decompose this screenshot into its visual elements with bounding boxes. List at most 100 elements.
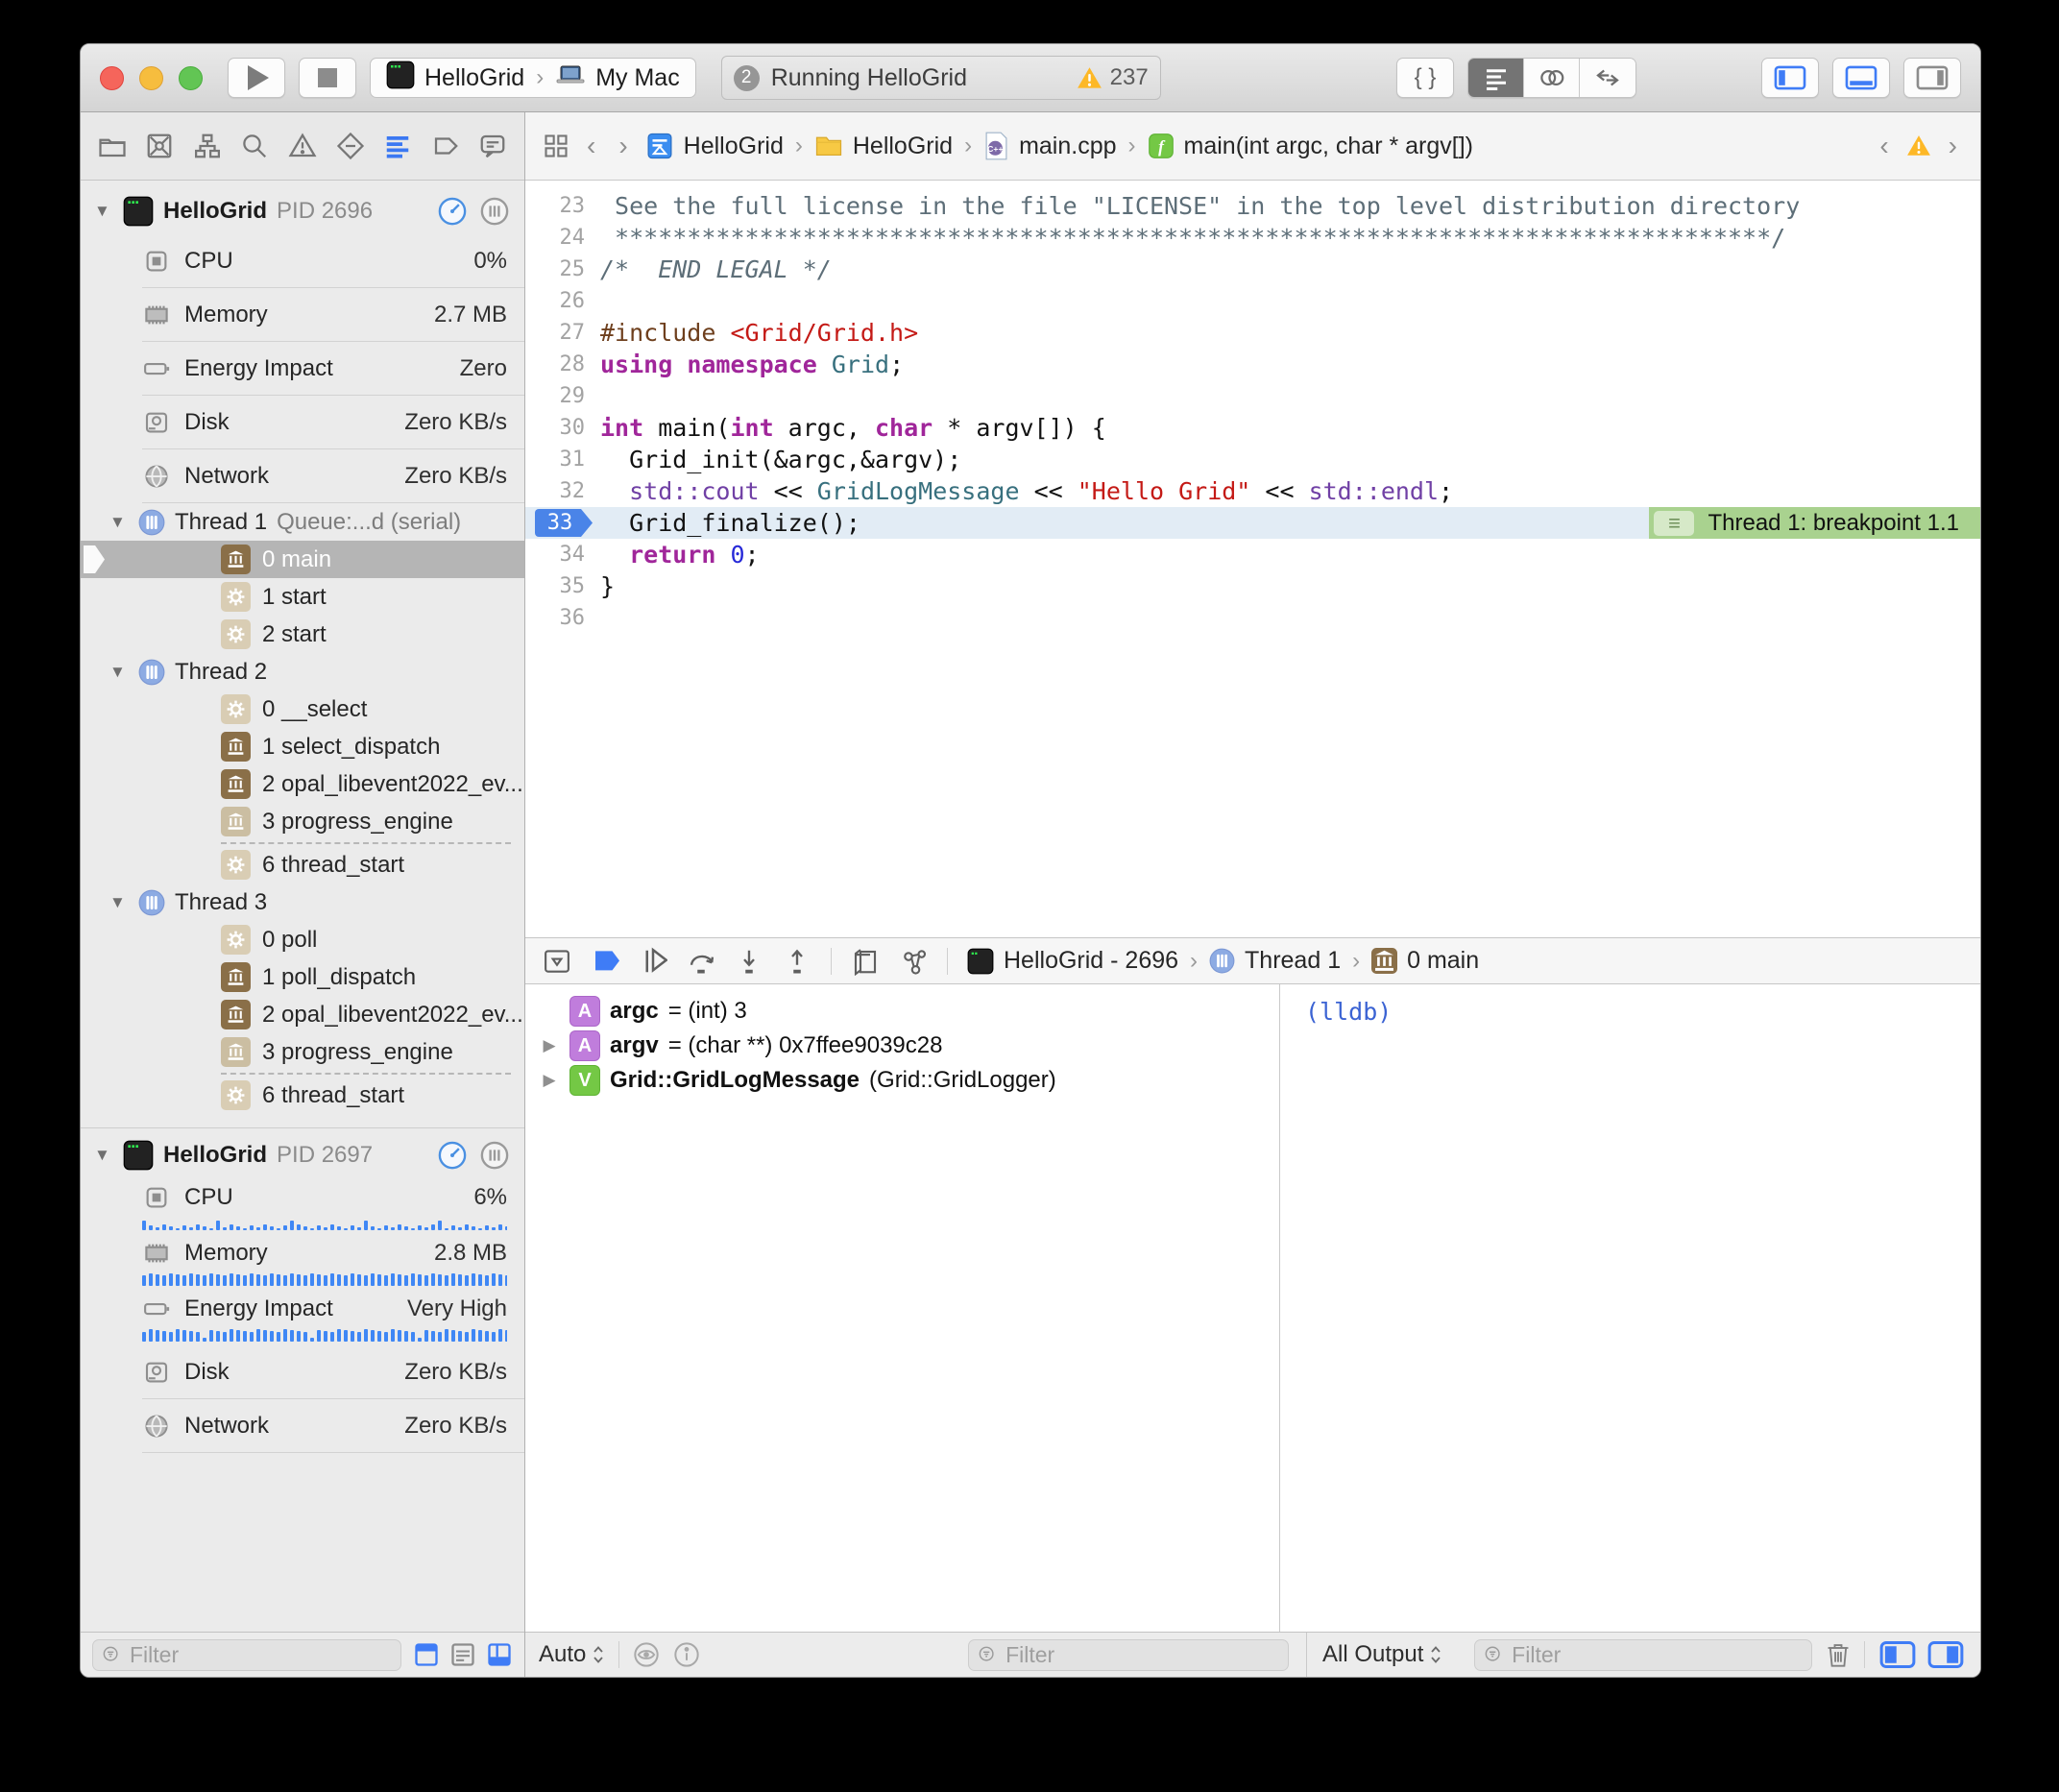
disclosure-triangle-icon[interactable]: ▶ <box>539 1071 560 1090</box>
code-line[interactable]: 35} <box>525 570 1980 602</box>
stack-frame-row[interactable]: 3 progress_engine <box>81 1033 524 1071</box>
issue-warning-icon[interactable] <box>1906 134 1931 157</box>
code-snippet-button[interactable]: { } <box>1396 58 1454 98</box>
hide-debug-area-icon[interactable] <box>543 947 571 976</box>
report-navigator-icon[interactable] <box>473 125 514 167</box>
assistant-editor-button[interactable] <box>1524 59 1580 97</box>
activity-count-badge[interactable]: 2 <box>734 65 760 91</box>
console-view[interactable]: (lldb) <box>1280 984 1980 1632</box>
stack-frame-row[interactable]: 1 select_dispatch <box>81 728 524 765</box>
variables-filter-input[interactable] <box>1004 1641 1278 1669</box>
disclosure-triangle-icon[interactable]: ▼ <box>94 202 113 221</box>
toggle-inspector-button[interactable] <box>1903 58 1961 98</box>
toggle-debug-area-button[interactable] <box>1832 58 1890 98</box>
toggle-navigator-button[interactable] <box>1761 58 1819 98</box>
toggle-console-view-icon[interactable] <box>1926 1640 1965 1669</box>
find-navigator-icon[interactable] <box>235 125 276 167</box>
line-number[interactable]: 36 <box>525 606 600 630</box>
stack-frame-row[interactable]: 6 thread_start <box>81 846 524 884</box>
toggle-variables-view-icon[interactable] <box>1878 1640 1917 1669</box>
disclosure-triangle-icon[interactable]: ▶ <box>539 1036 560 1055</box>
quicklook-eye-icon[interactable] <box>633 1641 660 1668</box>
process-header-row[interactable]: ▼HelloGridPID 2696 <box>81 188 524 234</box>
variable-row[interactable]: Aargc= (int) 3 <box>525 994 1279 1029</box>
breakpoint-navigator-icon[interactable] <box>425 125 466 167</box>
flatten-view-icon[interactable] <box>413 1641 440 1668</box>
line-number[interactable]: 24 <box>525 226 600 250</box>
variables-filter-field[interactable] <box>968 1639 1289 1671</box>
jumpbar-crumb[interactable]: fmain(int argc, char * argv[]) <box>1148 133 1474 160</box>
stack-frame-row[interactable]: 1 start <box>81 578 524 616</box>
scheme-selector[interactable]: HelloGrid › My Mac <box>370 58 696 98</box>
line-number[interactable]: 29 <box>525 384 600 408</box>
thread-crumb[interactable]: Thread 1 <box>1245 947 1341 975</box>
debug-view-hierarchy-icon[interactable] <box>851 947 880 976</box>
debug-navigator-icon[interactable] <box>377 125 418 167</box>
jumpbar-crumb[interactable]: HelloGrid <box>645 132 784 160</box>
line-number[interactable]: 28 <box>525 352 600 376</box>
forward-button[interactable]: › <box>613 131 633 161</box>
source-editor[interactable]: 23 See the full license in the file "LIC… <box>525 181 1980 937</box>
test-navigator-icon[interactable] <box>330 125 371 167</box>
profile-gauge-button[interactable] <box>438 197 467 226</box>
line-number[interactable]: 35 <box>525 574 600 598</box>
continue-icon[interactable] <box>639 947 667 976</box>
process-crumb[interactable]: HelloGrid - 2696 <box>1004 947 1178 975</box>
disclosure-triangle-icon[interactable]: ▼ <box>94 1146 113 1165</box>
line-number[interactable]: 31 <box>525 448 600 472</box>
code-line[interactable]: 27#include <Grid/Grid.h> <box>525 317 1980 349</box>
navigator-filter-field[interactable] <box>92 1639 401 1671</box>
thread-row[interactable]: ▼Thread 2 <box>81 653 524 690</box>
thread-row[interactable]: ▼Thread 3 <box>81 884 524 921</box>
gauge-row-energy[interactable]: Energy ImpactVery High <box>81 1290 524 1342</box>
navigator-filter-input[interactable] <box>128 1641 391 1669</box>
line-number[interactable]: 27 <box>525 321 600 345</box>
line-number[interactable]: 33 <box>525 509 600 537</box>
profile-gauge-button[interactable] <box>438 1141 467 1170</box>
stop-button[interactable] <box>299 58 356 98</box>
variable-row[interactable]: ▶Aargv= (char **) 0x7ffee9039c28 <box>525 1029 1279 1063</box>
warning-indicator[interactable]: 237 <box>1077 64 1149 91</box>
gauge-row-memory[interactable]: Memory2.7 MB <box>81 288 524 342</box>
gauge-row-memory[interactable]: Memory2.8 MB <box>81 1234 524 1286</box>
code-line[interactable]: 36 <box>525 602 1980 634</box>
back-button[interactable]: ‹ <box>581 131 601 161</box>
line-number[interactable]: 26 <box>525 289 600 313</box>
console-output-dropdown[interactable]: All Output <box>1322 1641 1442 1668</box>
annotation-menu-icon[interactable]: ≡ <box>1654 511 1694 536</box>
code-line[interactable]: 30int main(int argc, char * argv[]) { <box>525 412 1980 444</box>
stack-frame-row[interactable]: 6 thread_start <box>81 1077 524 1114</box>
code-line[interactable]: 34 return 0; <box>525 539 1980 570</box>
stack-frame-row[interactable]: 0 poll <box>81 921 524 958</box>
related-items-icon[interactable] <box>543 133 569 159</box>
pause-gauges-button[interactable] <box>480 197 509 226</box>
next-issue-button[interactable]: › <box>1943 131 1963 161</box>
close-window-button[interactable] <box>100 66 124 90</box>
disclosure-triangle-icon[interactable]: ▼ <box>109 663 129 682</box>
code-line[interactable]: 26 <box>525 285 1980 317</box>
code-line[interactable]: 29 <box>525 380 1980 412</box>
gauge-row-disk[interactable]: DiskZero KB/s <box>81 1345 524 1399</box>
console-filter-input[interactable] <box>1510 1641 1802 1669</box>
stack-frame-row[interactable]: 0 main <box>81 541 524 578</box>
line-number[interactable]: 23 <box>525 194 600 218</box>
breakpoint-badge[interactable]: 33 <box>535 509 593 537</box>
clear-console-trash-icon[interactable] <box>1826 1641 1851 1668</box>
line-number[interactable]: 32 <box>525 479 600 503</box>
source-control-navigator-icon[interactable] <box>140 125 181 167</box>
line-number[interactable]: 34 <box>525 543 600 567</box>
version-editor-button[interactable] <box>1580 59 1635 97</box>
gauge-row-network[interactable]: NetworkZero KB/s <box>81 1399 524 1453</box>
variable-row[interactable]: ▶VGrid::GridLogMessage(Grid::GridLogger) <box>525 1063 1279 1098</box>
project-navigator-icon[interactable] <box>92 125 133 167</box>
view-mode-icon[interactable] <box>449 1641 476 1668</box>
run-button[interactable] <box>228 58 285 98</box>
step-over-icon[interactable] <box>687 947 715 976</box>
stack-frame-row[interactable]: 0 __select <box>81 690 524 728</box>
jumpbar-crumb[interactable]: C++main.cpp <box>983 132 1116 160</box>
code-line[interactable]: 24 *************************************… <box>525 222 1980 254</box>
minimize-window-button[interactable] <box>139 66 163 90</box>
line-number[interactable]: 30 <box>525 416 600 440</box>
show-running-blocks-icon[interactable] <box>486 1641 513 1668</box>
gauge-row-disk[interactable]: DiskZero KB/s <box>81 396 524 449</box>
